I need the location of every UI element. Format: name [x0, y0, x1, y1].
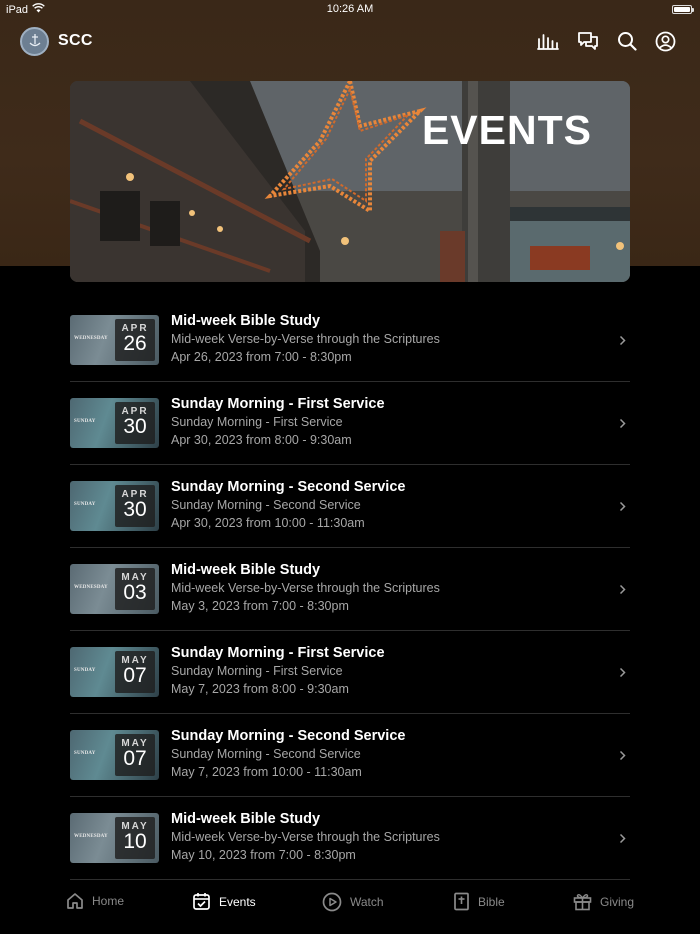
- thumbnail-label: WEDNESDAY: [74, 336, 108, 341]
- date-badge: MAY 03: [115, 568, 155, 610]
- chevron-right-icon: [619, 499, 626, 517]
- event-thumbnail: WEDNESDAY APR 26: [70, 315, 159, 365]
- home-icon: [66, 892, 84, 910]
- date-badge: APR 26: [115, 319, 155, 361]
- status-time: 10:26 AM: [326, 3, 374, 15]
- thumbnail-label: WEDNESDAY: [74, 834, 108, 839]
- event-datetime: Apr 26, 2023 from 7:00 - 8:30pm: [171, 350, 352, 364]
- date-badge: APR 30: [115, 402, 155, 444]
- event-row[interactable]: WEDNESDAY APR 26 Mid-week Bible Study Mi…: [70, 299, 630, 382]
- tab-home[interactable]: Home: [66, 892, 124, 910]
- chevron-right-icon: [619, 665, 626, 683]
- tab-label: Home: [92, 894, 125, 908]
- tab-bar: Home Events Watch Bible Giving: [0, 882, 700, 934]
- tab-bible[interactable]: Bible: [453, 892, 505, 911]
- thumbnail-label: SUNDAY: [74, 751, 96, 756]
- chat-icon[interactable]: [577, 31, 599, 51]
- event-title: Mid-week Bible Study: [171, 313, 321, 329]
- event-subtitle: Mid-week Verse-by-Verse through the Scri…: [171, 332, 440, 346]
- date-badge: MAY 07: [115, 651, 155, 693]
- event-thumbnail: SUNDAY APR 30: [70, 481, 159, 531]
- event-row[interactable]: SUNDAY MAY 07 Sunday Morning - Second Se…: [70, 714, 630, 797]
- event-thumbnail: WEDNESDAY MAY 10: [70, 813, 159, 863]
- search-icon[interactable]: [617, 31, 637, 51]
- date-badge: APR 30: [115, 485, 155, 527]
- thumbnail-label: WEDNESDAY: [74, 585, 108, 590]
- battery-icon: [672, 5, 694, 14]
- event-datetime: May 7, 2023 from 10:00 - 11:30am: [171, 765, 362, 779]
- event-thumbnail: WEDNESDAY MAY 03: [70, 564, 159, 614]
- event-thumbnail: SUNDAY MAY 07: [70, 647, 159, 697]
- date-day: 30: [123, 415, 147, 438]
- tab-giving[interactable]: Giving: [573, 892, 634, 911]
- audio-bars-icon[interactable]: [537, 32, 559, 50]
- bible-icon: [453, 892, 470, 911]
- chevron-right-icon: [619, 582, 626, 600]
- event-datetime: Apr 30, 2023 from 10:00 - 11:30am: [171, 516, 365, 530]
- event-row[interactable]: SUNDAY MAY 07 Sunday Morning - First Ser…: [70, 631, 630, 714]
- event-datetime: May 7, 2023 from 8:00 - 9:30am: [171, 682, 349, 696]
- event-title: Mid-week Bible Study: [171, 811, 321, 827]
- gift-icon: [573, 892, 592, 911]
- account-icon[interactable]: [655, 31, 676, 52]
- date-badge: MAY 10: [115, 817, 155, 859]
- event-row[interactable]: SUNDAY APR 30 Sunday Morning - Second Se…: [70, 465, 630, 548]
- event-subtitle: Sunday Morning - First Service: [171, 664, 343, 678]
- event-title: Sunday Morning - Second Service: [171, 479, 406, 495]
- date-day: 30: [123, 498, 147, 521]
- tab-label: Watch: [350, 895, 384, 909]
- event-datetime: May 3, 2023 from 7:00 - 8:30pm: [171, 599, 349, 613]
- tab-events[interactable]: Events: [192, 892, 256, 911]
- date-day: 10: [123, 830, 147, 853]
- date-badge: MAY 07: [115, 734, 155, 776]
- brand-name: SCC: [58, 32, 93, 49]
- calendar-icon: [192, 892, 211, 911]
- event-row[interactable]: WEDNESDAY MAY 10 Mid-week Bible Study Mi…: [70, 797, 630, 880]
- event-subtitle: Mid-week Verse-by-Verse through the Scri…: [171, 581, 440, 595]
- church-logo[interactable]: [20, 26, 49, 56]
- event-list: WEDNESDAY APR 26 Mid-week Bible Study Mi…: [70, 299, 630, 880]
- thumbnail-label: SUNDAY: [74, 419, 96, 424]
- date-day: 26: [123, 332, 147, 355]
- tab-label: Events: [219, 894, 256, 909]
- chevron-right-icon: [619, 748, 626, 766]
- banner-title: EVENTS: [421, 107, 592, 153]
- thumbnail-label: SUNDAY: [74, 502, 96, 507]
- date-day: 07: [123, 664, 147, 687]
- thumbnail-label: SUNDAY: [74, 668, 96, 673]
- event-title: Sunday Morning - Second Service: [171, 728, 406, 744]
- chevron-right-icon: [619, 831, 626, 849]
- event-thumbnail: SUNDAY APR 30: [70, 398, 159, 448]
- event-title: Sunday Morning - First Service: [171, 396, 385, 412]
- date-day: 03: [123, 581, 147, 604]
- event-title: Sunday Morning - First Service: [171, 645, 385, 661]
- date-day: 07: [123, 747, 147, 770]
- event-subtitle: Sunday Morning - Second Service: [171, 747, 361, 761]
- event-subtitle: Mid-week Verse-by-Verse through the Scri…: [171, 830, 440, 844]
- tab-label: Giving: [600, 894, 635, 909]
- event-subtitle: Sunday Morning - Second Service: [171, 498, 361, 512]
- event-datetime: Apr 30, 2023 from 8:00 - 9:30am: [171, 433, 352, 447]
- play-icon: [322, 892, 342, 912]
- event-row[interactable]: SUNDAY APR 30 Sunday Morning - First Ser…: [70, 382, 630, 465]
- status-bar: iPad 10:26 AM: [0, 0, 700, 20]
- event-subtitle: Sunday Morning - First Service: [171, 415, 343, 429]
- events-banner: EVENTS: [70, 81, 630, 282]
- app-header: SCC: [20, 26, 676, 56]
- tab-label: Bible: [478, 894, 505, 909]
- tab-watch[interactable]: Watch: [322, 892, 384, 912]
- event-datetime: May 10, 2023 from 7:00 - 8:30pm: [171, 848, 356, 862]
- event-title: Mid-week Bible Study: [171, 562, 321, 578]
- event-row[interactable]: WEDNESDAY MAY 03 Mid-week Bible Study Mi…: [70, 548, 630, 631]
- chevron-right-icon: [619, 416, 626, 434]
- event-thumbnail: SUNDAY MAY 07: [70, 730, 159, 780]
- chevron-right-icon: [619, 333, 626, 351]
